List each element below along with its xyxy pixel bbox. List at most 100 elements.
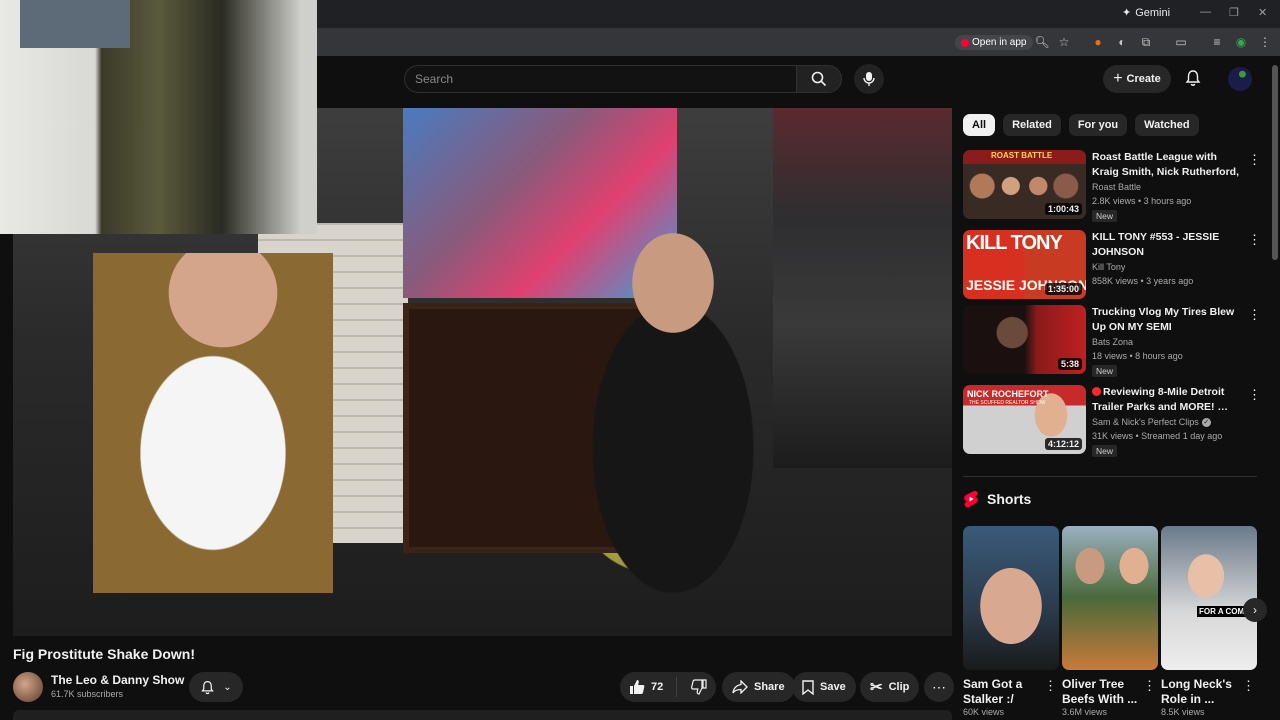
profile-icon[interactable]: ◉ [1233,34,1249,50]
create-button[interactable]: + Create [1103,65,1171,93]
short-item[interactable]: Oliver Tree Beefs With ... 3.6M views ⋮ [1062,526,1158,717]
video-title[interactable]: KILL TONY #553 - JESSIE JOHNSON [1092,230,1242,259]
search-input[interactable]: Search [404,65,796,93]
channel-name[interactable]: Bats Zona [1092,337,1133,347]
filter-chips: All Related For you Watched [963,114,1199,136]
chip-watched[interactable]: Watched [1135,114,1199,136]
short-title[interactable]: Oliver Tree Beefs With ... [1062,677,1142,707]
bookmark-star-icon[interactable]: ☆ [1056,34,1072,50]
more-vertical-icon[interactable]: ⋮ [1044,678,1057,694]
short-views: 8.5K views [1161,707,1205,717]
thumbnail-subtext: THE SCUFFED REALTOR SHOW [969,400,1046,406]
short-title[interactable]: Sam Got a Stalker :/ [963,677,1043,707]
more-actions-button[interactable]: ⋯ [924,672,954,702]
save-button[interactable]: Save [792,672,856,702]
microphone-icon [863,72,875,86]
extension-icon[interactable]: ● [1090,34,1106,50]
open-in-app-button[interactable]: Open in app [955,35,1033,50]
extensions-puzzle-icon[interactable]: ⧉ [1138,34,1154,50]
video-thumbnail[interactable]: ROAST BATTLE 1:00:43 [963,150,1086,219]
webcam-overlay [0,0,317,234]
more-vertical-icon[interactable]: ⋮ [1248,307,1261,323]
gemini-button[interactable]: ✦ Gemini [1122,6,1171,20]
restore-icon[interactable]: ❐ [1229,6,1239,19]
video-meta: 18 views • 8 hours ago [1092,351,1183,361]
channel-avatar[interactable] [13,672,43,702]
bell-icon [1185,70,1201,86]
short-views: 60K views [963,707,1005,717]
cast-icon[interactable]: ▭ [1173,34,1189,50]
channel-name-text: Kill Tony [1092,262,1126,272]
save-label: Save [820,681,846,693]
share-button[interactable]: Share [722,672,795,702]
chip-all[interactable]: All [963,114,996,136]
more-vertical-icon[interactable]: ⋮ [1242,678,1255,694]
more-vertical-icon[interactable]: ⋮ [1248,387,1261,403]
channel-name[interactable]: Roast Battle [1092,182,1141,192]
short-item[interactable]: Sam Got a Stalker :/ 60K views ⋮ [963,526,1059,717]
video-thumbnail[interactable]: NICK ROCHEFORT THE SCUFFED REALTOR SHOW … [963,385,1086,454]
video-title[interactable]: Trucking Vlog My Tires Blew Up ON MY SEM… [1092,305,1242,334]
more-vertical-icon[interactable]: ⋮ [1248,232,1261,248]
video-duration: 5:38 [1057,358,1082,370]
short-thumbnail[interactable] [963,526,1059,670]
like-dislike-group: 72 [620,672,716,702]
extension-icon-2[interactable]: ◐ [1114,34,1130,50]
plus-icon: + [1113,70,1123,87]
channel-name[interactable]: Sam & Nick's Perfect Clips ✓ [1092,417,1211,427]
more-vertical-icon[interactable]: ⋮ [1248,152,1261,168]
thumbnail-text: KILL TONY [966,232,1063,254]
page-scrollbar[interactable] [1272,65,1278,260]
video-duration: 4:12:12 [1044,438,1082,450]
recommendation-item[interactable]: KILL TONY JESSIE JOHNSON 1:35:00 KILL TO… [963,230,1263,302]
video-thumbnail[interactable]: 5:38 [963,305,1086,374]
short-item[interactable]: FOR A COMPLIMENT Long Neck's Role in ...… [1161,526,1257,717]
chip-related[interactable]: Related [1003,114,1061,136]
more-vertical-icon[interactable]: ⋮ [1143,678,1156,694]
open-in-app-label: Open in app [972,37,1027,48]
channel-name-text: Roast Battle [1092,182,1142,192]
minimize-icon[interactable]: — [1200,6,1211,18]
dislike-button[interactable] [683,679,716,695]
video-title[interactable]: Roast Battle League with Kraig Smith, Ni… [1092,150,1242,179]
channel-name[interactable]: The Leo & Danny Show [51,673,184,687]
youtube-icon [961,38,969,47]
menu-icon[interactable]: ⋮ [1257,34,1273,50]
short-views: 3.6M views [1062,707,1108,717]
like-button[interactable]: 72 [620,677,677,697]
video-thumbnail[interactable]: KILL TONY JESSIE JOHNSON 1:35:00 [963,230,1086,299]
short-title[interactable]: Long Neck's Role in ... [1161,677,1241,707]
search-button[interactable] [796,65,842,93]
subscription-bell-button[interactable]: ⌄ [189,672,243,702]
recommendation-item[interactable]: NICK ROCHEFORT THE SCUFFED REALTOR SHOW … [963,385,1263,457]
chevron-down-icon: ⌄ [223,681,232,693]
close-icon[interactable]: ✕ [1258,6,1267,19]
section-divider [963,476,1257,477]
video-meta: 858K views • 3 years ago [1092,276,1194,286]
shorts-heading: Shorts [963,490,1031,508]
shorts-heading-text: Shorts [987,491,1032,507]
short-thumbnail[interactable] [1062,526,1158,670]
sparkle-icon: ✦ [1122,7,1132,19]
channel-name[interactable]: Kill Tony [1092,262,1125,272]
search-icon [811,71,827,87]
shorts-next-button[interactable]: › [1243,598,1267,622]
video-meta: 31K views • Streamed 1 day ago [1092,431,1223,441]
new-badge: New [1092,210,1118,222]
chip-for-you[interactable]: For you [1068,114,1128,136]
zoom-icon[interactable]: 🔍︎ [1034,34,1050,50]
voice-search-button[interactable] [854,64,884,94]
chevron-right-icon: › [1253,603,1257,617]
video-duration: 1:00:43 [1044,203,1082,215]
recommendation-item[interactable]: ROAST BATTLE 1:00:43 Roast Battle League… [963,150,1263,222]
video-title-text: Reviewing 8-Mile Detroit Trailer Parks a… [1092,386,1228,413]
recommendation-item[interactable]: 5:38 Trucking Vlog My Tires Blew Up ON M… [963,305,1263,377]
video-title[interactable]: Reviewing 8-Mile Detroit Trailer Parks a… [1092,385,1242,414]
notifications-button[interactable] [1184,69,1202,92]
short-thumbnail[interactable]: FOR A COMPLIMENT [1161,526,1257,670]
clip-button[interactable]: ✂ Clip [860,672,920,702]
create-label: Create [1126,73,1161,85]
account-avatar[interactable] [1228,67,1252,91]
gemini-label: Gemini [1135,6,1171,19]
reading-list-icon[interactable]: ≡ [1209,34,1225,50]
